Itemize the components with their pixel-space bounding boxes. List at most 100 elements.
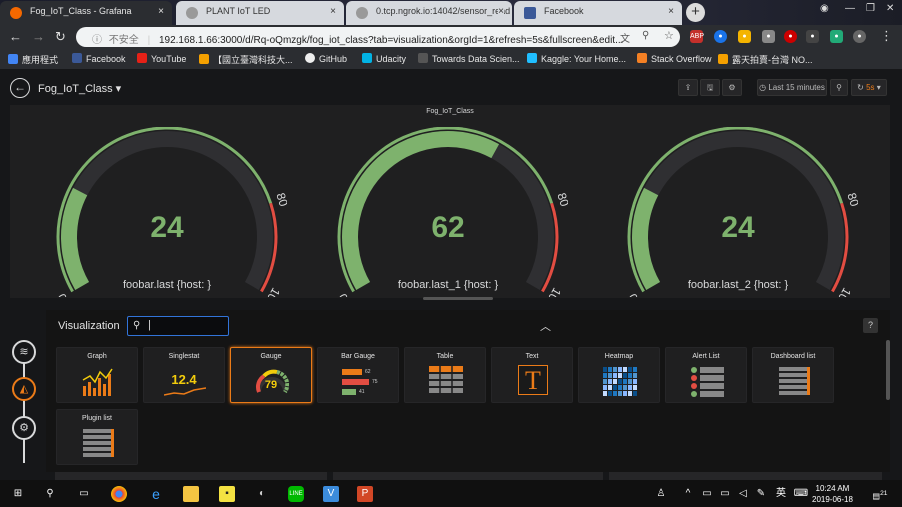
bookmark-github[interactable]: GitHub [305, 53, 347, 64]
time-picker-button[interactable]: ◷ Last 15 minutes [757, 79, 827, 96]
tab-plant-iot[interactable]: PLANT IoT LED × [176, 1, 344, 25]
back-button[interactable]: ← [10, 78, 30, 98]
bookmark-kaggle[interactable]: Kaggle: Your Home... [527, 53, 626, 64]
extension-icon[interactable]: ● [714, 30, 727, 43]
volume-icon[interactable]: ◁ [735, 486, 751, 502]
refresh-button[interactable]: ↻ 5s ▾ [851, 79, 887, 96]
heatmap-cell [623, 367, 627, 372]
minimize-icon[interactable]: — [845, 3, 855, 14]
save-button[interactable]: 🖫 [700, 79, 720, 96]
translate-icon[interactable]: 文 [620, 30, 630, 45]
maximize-icon[interactable]: ❐ [866, 3, 875, 14]
youtube-icon [137, 53, 147, 63]
bookmark-stack-overflow[interactable]: Stack Overflow [637, 53, 712, 64]
close-icon[interactable]: × [330, 6, 336, 17]
menu-icon[interactable]: ⋮ [880, 28, 893, 44]
star-icon[interactable]: ☆ [664, 29, 674, 42]
visualization-icon[interactable]: ◭ [12, 377, 36, 401]
viz-card-graph[interactable]: Graph [56, 347, 138, 403]
heatmap-cell [613, 379, 617, 384]
tab-ngrok[interactable]: 0.tcp.ngrok.io:14042/sensor_read × [346, 1, 512, 25]
bookmark-ruten[interactable]: 露天拍賣-台灣 NO... [718, 53, 813, 66]
battery-icon[interactable]: ▭ [717, 486, 733, 502]
windows-start-icon[interactable]: ⊞ [10, 486, 26, 502]
reload-icon[interactable]: ↻ [55, 29, 66, 45]
keyboard-icon[interactable]: ⌨ [793, 486, 809, 502]
chevron-up-icon[interactable]: ^ [680, 486, 696, 502]
file-explorer-icon[interactable] [183, 486, 199, 502]
adblock-icon[interactable]: ABP [690, 30, 704, 43]
extension-icon[interactable]: ● [830, 30, 843, 43]
dashboard-title[interactable]: Fog_IoT_Class ▾ [38, 82, 121, 95]
gauge-value: 24 [150, 211, 184, 244]
system-clock[interactable]: 10:24 AM 2019-06-18 [812, 483, 853, 505]
heatmap-cell [603, 367, 607, 372]
bookmark-facebook[interactable]: Facebook [72, 53, 126, 64]
heatmap-cell [618, 367, 622, 372]
visualization-search-input[interactable]: ⚲ | [127, 316, 229, 336]
panel-resize-handle[interactable] [423, 297, 493, 300]
settings-gear-button[interactable]: ⚙ [722, 79, 742, 96]
visualization-scrollbar[interactable] [886, 340, 890, 400]
powerpoint-icon[interactable]: P [357, 486, 373, 502]
app-icon[interactable]: ◐ [254, 486, 270, 502]
edge-icon[interactable]: e [148, 486, 164, 502]
insecure-label: 不安全 [108, 35, 139, 46]
sticky-notes-icon[interactable]: ▪ [219, 486, 235, 502]
extension-icon[interactable]: ● [762, 30, 775, 43]
bookmark-youtube[interactable]: YouTube [137, 53, 186, 64]
database-icon[interactable]: ≋ [12, 340, 36, 364]
chevron-up-icon[interactable]: ︿ [540, 318, 551, 334]
forward-arrow-icon[interactable]: → [32, 29, 45, 44]
back-arrow-icon[interactable]: ← [9, 29, 22, 44]
editor-sidebar: ≋ ◭ ⚙ [0, 300, 46, 470]
chrome-icon[interactable] [111, 486, 127, 502]
viz-card-text[interactable]: Text T [491, 347, 573, 403]
task-view-icon[interactable]: ▭ [76, 486, 92, 502]
extension-icon[interactable]: ● [784, 30, 797, 43]
extension-icon[interactable]: ● [806, 30, 819, 43]
pen-icon[interactable]: ✎ [753, 486, 769, 502]
viz-card-alert-list[interactable]: Alert List [665, 347, 747, 403]
close-icon[interactable]: × [498, 6, 504, 17]
bookmark-udacity[interactable]: Udacity [362, 53, 406, 64]
close-icon[interactable]: × [158, 6, 164, 17]
line-icon[interactable]: LINE [288, 486, 304, 502]
bookmark-towards-data-science[interactable]: Towards Data Scien... [418, 53, 520, 64]
vscode-icon[interactable]: V [323, 486, 339, 502]
viz-card-singlestat[interactable]: Singlestat 12.4 [143, 347, 225, 403]
profile-icon[interactable]: ◉ [820, 3, 829, 14]
tab-facebook[interactable]: Facebook × [514, 1, 682, 25]
new-tab-button[interactable]: + [686, 3, 705, 22]
share-button[interactable]: ⇪ [678, 79, 698, 96]
search-icon[interactable]: ⚲ [42, 486, 58, 502]
close-window-icon[interactable]: ✕ [886, 3, 894, 14]
notification-center-icon[interactable]: ▤21 [872, 486, 888, 502]
ime-indicator[interactable]: 英 [773, 486, 789, 502]
url-input[interactable]: ⓘ 不安全 | 192.168.1.66:3000/d/Rq-oQmzgk/fo… [76, 27, 680, 47]
close-icon[interactable]: × [668, 6, 674, 17]
help-button[interactable]: ? [863, 318, 878, 333]
zoom-out-button[interactable]: ⚲ [830, 79, 848, 96]
extension-icon[interactable]: ● [738, 30, 751, 43]
viz-card-dashboard-list[interactable]: Dashboard list [752, 347, 834, 403]
network-icon[interactable]: ▭ [699, 486, 715, 502]
heatmap-cell [603, 385, 607, 390]
visualization-heading: Visualization [58, 320, 120, 332]
medium-icon [418, 53, 428, 63]
panel-title: Fog_IoT_Class [426, 108, 474, 115]
search-icon[interactable]: ⚲ [642, 30, 649, 41]
bookmark-apps[interactable]: 應用程式 [8, 53, 58, 66]
udacity-icon [362, 53, 372, 63]
bookmark-ntust[interactable]: 【國立臺灣科技大... [199, 53, 293, 66]
tab-grafana[interactable]: Fog_IoT_Class - Grafana × [0, 1, 172, 25]
people-icon[interactable]: ♙ [653, 486, 669, 502]
viz-card-plugin-list[interactable]: Plugin list [56, 409, 138, 465]
viz-card-gauge[interactable]: Gauge 79 [230, 347, 312, 403]
gear-icon[interactable]: ⚙ [12, 416, 36, 440]
viz-card-bar-gauge[interactable]: Bar Gauge 62 75 41 [317, 347, 399, 403]
gauge-label: foobar.last {host: } [122, 279, 212, 291]
viz-card-heatmap[interactable]: Heatmap [578, 347, 660, 403]
avatar[interactable]: ● [853, 30, 866, 43]
viz-card-table[interactable]: Table [404, 347, 486, 403]
